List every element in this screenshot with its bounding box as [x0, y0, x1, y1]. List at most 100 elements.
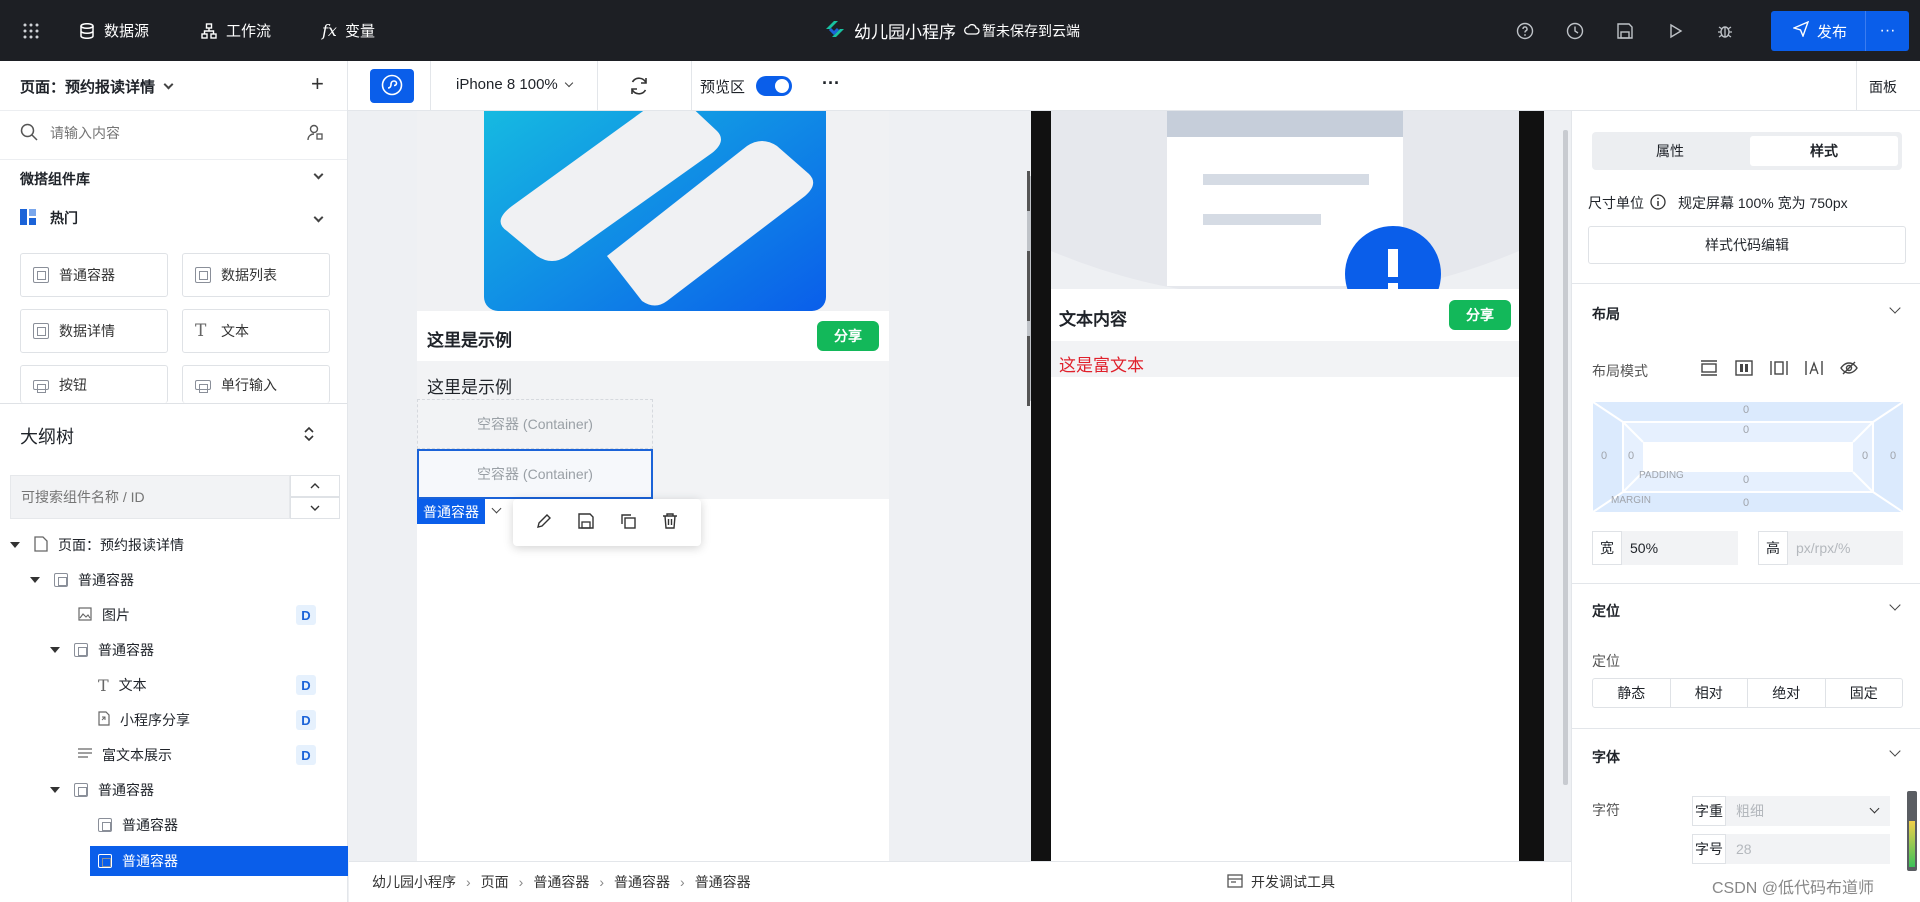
tree-row-container[interactable]: 普通容器	[0, 633, 348, 667]
layout-hidden-eye-icon[interactable]	[1840, 360, 1858, 379]
outline-expand-icon[interactable]	[303, 425, 315, 446]
component-data-list[interactable]: 数据列表	[182, 253, 330, 297]
padding-right-value[interactable]: 0	[1862, 450, 1868, 462]
position-static[interactable]: 静态	[1593, 679, 1671, 707]
component-button[interactable]: 按钮	[20, 365, 168, 403]
publish-more-button[interactable]: ···	[1866, 22, 1909, 40]
style-code-edit-button[interactable]: 样式代码编辑	[1588, 226, 1906, 264]
workflow-button[interactable]: 工作流	[200, 0, 271, 61]
layout-block-icon[interactable]	[1700, 360, 1718, 379]
phone-share-button[interactable]: 分享	[1449, 300, 1511, 330]
content-container[interactable]: 这里是示例 空容器 (Container) 空容器 (Container)	[417, 361, 889, 499]
expand-caret-icon[interactable]	[10, 542, 20, 548]
layout-collapse-icon[interactable]	[1889, 302, 1901, 314]
datasource-button[interactable]: 数据源	[78, 0, 149, 61]
help-icon[interactable]	[1516, 0, 1534, 61]
tree-row-selected-container[interactable]: 普通容器	[90, 846, 348, 876]
tree-row-text[interactable]: T 文本 D	[0, 668, 348, 702]
apps-grid-icon[interactable]	[22, 0, 40, 61]
delete-trash-icon[interactable]	[661, 512, 679, 533]
share-button[interactable]: 分享	[817, 321, 879, 351]
user-filter-icon[interactable]	[306, 123, 324, 144]
outline-down-button[interactable]	[290, 497, 340, 519]
margin-right-value[interactable]: 0	[1890, 450, 1896, 462]
breadcrumb-item[interactable]: 普通容器	[695, 872, 751, 892]
tree-row-image[interactable]: 图片 D	[0, 598, 348, 632]
save-template-icon[interactable]	[577, 512, 595, 533]
padding-bottom-value[interactable]: 0	[1743, 474, 1749, 486]
tab-properties[interactable]: 属性	[1596, 136, 1744, 166]
tree-row-container[interactable]: 普通容器	[0, 563, 348, 597]
layout-flex-icon[interactable]	[1735, 360, 1753, 379]
expand-caret-icon[interactable]	[50, 647, 60, 653]
save-icon[interactable]	[1616, 0, 1634, 61]
device-selector[interactable]: iPhone 8 100%	[456, 76, 573, 93]
font-collapse-icon[interactable]	[1889, 745, 1901, 757]
refresh-icon[interactable]	[628, 75, 650, 100]
margin-left-value[interactable]: 0	[1601, 450, 1607, 462]
tag-chevron-down-icon[interactable]	[491, 503, 502, 514]
debug-bug-icon[interactable]	[1716, 0, 1734, 61]
selected-empty-container[interactable]: 空容器 (Container)	[417, 449, 653, 499]
padding-left-value[interactable]: 0	[1628, 450, 1634, 462]
selected-component-tag[interactable]: 普通容器	[417, 499, 485, 524]
tree-row-share[interactable]: 小程序分享 D	[0, 703, 348, 737]
panel-toggle[interactable]: 面板	[1855, 77, 1911, 97]
component-search-input[interactable]	[50, 121, 280, 145]
padding-top-value[interactable]: 0	[1743, 424, 1749, 436]
breadcrumb-item[interactable]: 幼儿园小程序	[372, 872, 456, 892]
empty-container[interactable]: 空容器 (Container)	[417, 399, 653, 449]
info-icon[interactable]	[1650, 193, 1666, 213]
component-text[interactable]: T 文本	[182, 309, 330, 353]
position-relative[interactable]: 相对	[1671, 679, 1748, 707]
layout-inline-block-icon[interactable]	[1770, 360, 1788, 379]
dev-tools-button[interactable]: 开发调试工具	[1227, 872, 1335, 892]
edit-pencil-icon[interactable]	[535, 512, 553, 533]
outline-search-input[interactable]	[10, 475, 290, 519]
sample-image[interactable]	[417, 111, 889, 311]
breadcrumb-item[interactable]: 普通容器	[614, 872, 670, 892]
history-icon[interactable]	[1566, 0, 1584, 61]
data-bind-badge[interactable]: D	[296, 710, 316, 730]
hot-collapse-icon[interactable]	[313, 212, 324, 223]
tree-row-page[interactable]: 页面：预约报读详情	[0, 528, 348, 562]
miniprogram-mode-button[interactable]	[370, 69, 414, 103]
position-absolute[interactable]: 绝对	[1748, 679, 1826, 707]
preview-toggle[interactable]	[756, 76, 792, 96]
data-bind-badge[interactable]: D	[296, 745, 316, 765]
add-page-button[interactable]: +	[311, 71, 324, 97]
expand-caret-icon[interactable]	[30, 577, 40, 583]
layout-inline-text-icon[interactable]	[1805, 360, 1823, 379]
library-collapse-icon[interactable]	[313, 169, 324, 180]
hot-category[interactable]: 热门	[20, 208, 78, 228]
copy-icon[interactable]	[619, 512, 637, 533]
position-collapse-icon[interactable]	[1889, 599, 1901, 611]
toolbar-more-button[interactable]: ···	[822, 73, 840, 94]
tree-row-container[interactable]: 普通容器	[0, 808, 348, 842]
width-input[interactable]: 50%	[1622, 531, 1738, 565]
breadcrumb-item[interactable]: 页面	[481, 872, 509, 892]
tree-row-container[interactable]: 普通容器	[0, 773, 348, 807]
play-icon[interactable]	[1666, 0, 1684, 61]
breadcrumb-item[interactable]: 普通容器	[533, 872, 589, 892]
tree-row-richtext[interactable]: 富文本展示 D	[0, 738, 348, 772]
tab-styles[interactable]: 样式	[1750, 136, 1898, 166]
publish-main[interactable]: 发布	[1771, 20, 1865, 42]
position-fixed[interactable]: 固定	[1826, 679, 1903, 707]
height-input[interactable]: px/rpx/%	[1788, 531, 1903, 565]
publish-button[interactable]: 发布 ···	[1771, 11, 1909, 51]
margin-bottom-value[interactable]: 0	[1743, 497, 1749, 509]
data-bind-badge[interactable]: D	[296, 675, 316, 695]
font-weight-select[interactable]: 粗细	[1726, 796, 1890, 826]
margin-top-value[interactable]: 0	[1743, 404, 1749, 416]
expand-caret-icon[interactable]	[50, 787, 60, 793]
variable-button[interactable]: fx 变量	[322, 0, 375, 61]
component-data-detail[interactable]: 数据详情	[20, 309, 168, 353]
component-container[interactable]: 普通容器	[20, 253, 168, 297]
outline-up-button[interactable]	[290, 475, 340, 497]
data-bind-badge[interactable]: D	[296, 605, 316, 625]
component-single-input[interactable]: 单行输入	[182, 365, 330, 403]
font-size-input[interactable]: 28	[1726, 834, 1890, 864]
preview-scrollbar[interactable]	[1563, 130, 1568, 785]
page-selector[interactable]: 页面：预约报读详情	[20, 76, 174, 97]
